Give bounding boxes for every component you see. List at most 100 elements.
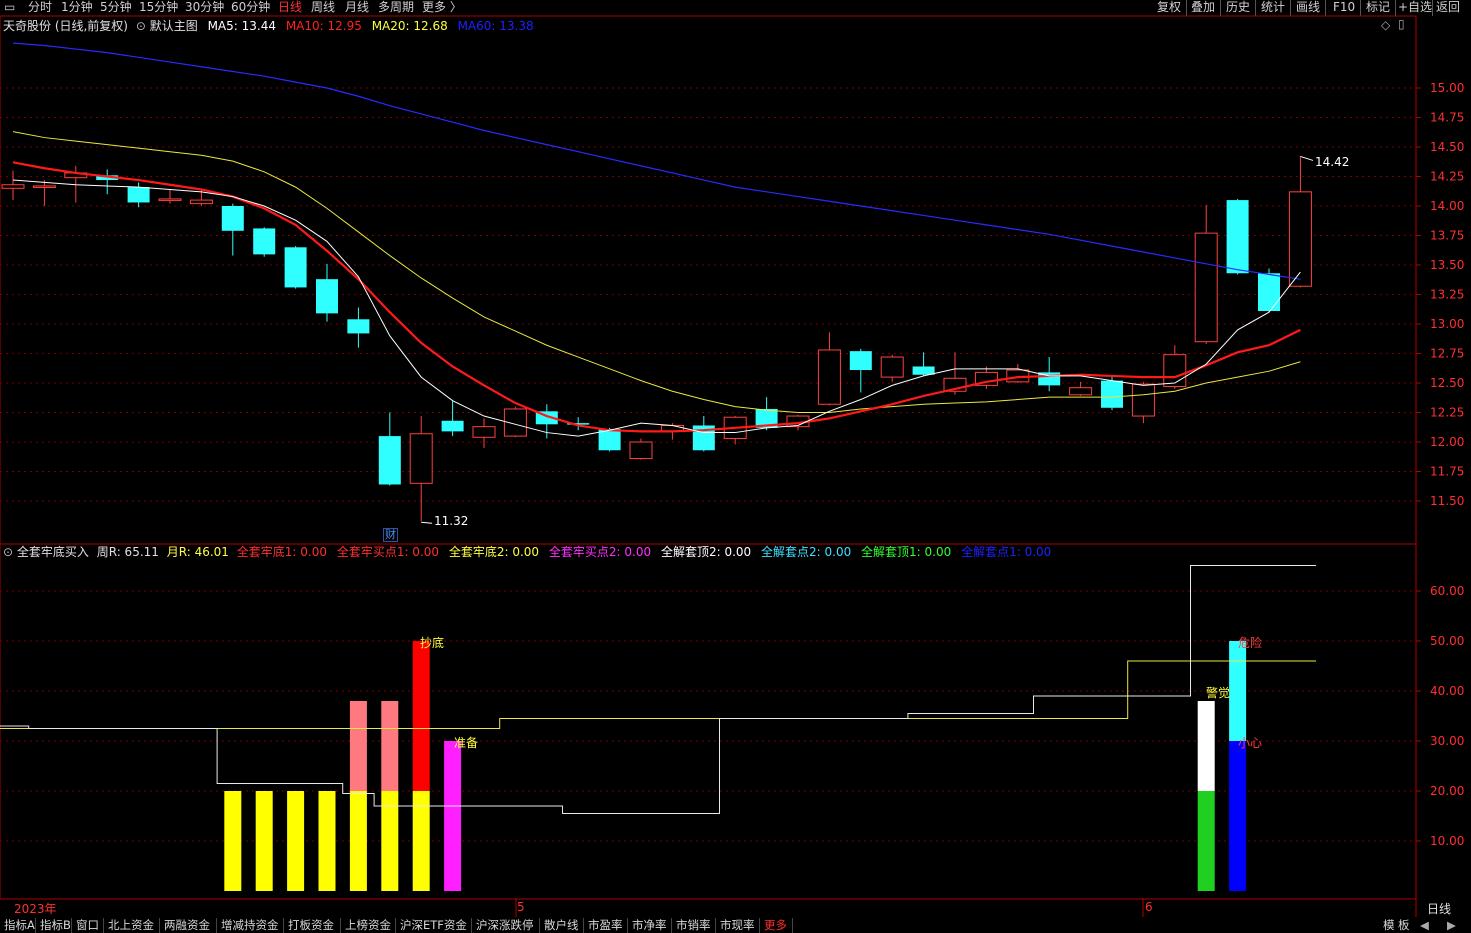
candle-body-down — [441, 420, 464, 432]
candle-body-down — [1226, 200, 1249, 274]
candle-body-up — [1163, 354, 1187, 388]
candle-body-up — [1131, 383, 1155, 417]
candle-body-down — [284, 247, 307, 288]
board-button[interactable]: 板 — [1395, 919, 1413, 933]
candle-body-up — [189, 199, 213, 205]
candle-body-down — [378, 436, 401, 485]
tab-separator — [471, 918, 472, 933]
tab-window[interactable]: 窗口 — [73, 919, 102, 933]
tab-northbound[interactable]: 北上资金 — [105, 919, 157, 933]
ma20-line — [12, 131, 1301, 413]
candle-body-up — [629, 441, 653, 460]
signal-bar-segment — [1229, 741, 1247, 891]
tab-pcf[interactable]: 市现率 — [717, 919, 758, 933]
signal-bar-segment — [287, 791, 305, 891]
tab-indicator-b[interactable]: 指标B — [37, 919, 74, 933]
candle-body-down — [253, 228, 276, 255]
signal-weixian: 危险 — [1238, 636, 1263, 650]
tab-pe[interactable]: 市盈率 — [585, 919, 626, 933]
min-price-pointer — [421, 521, 433, 524]
kline-chart[interactable]: 15.00 14.75 14.50 14.25 14.00 13.75 13.50 13.25… — [0, 0, 1471, 933]
signal-bar-segment — [349, 791, 367, 891]
max-price-label: 14.42 — [1315, 155, 1350, 169]
price-tick-label: 13.00 — [1430, 317, 1464, 331]
tab-separator — [159, 918, 160, 933]
tab-holdings-change[interactable]: 增减持资金 — [218, 919, 282, 933]
x-axis-year: 2023年 — [14, 902, 57, 916]
candle-body-up — [32, 185, 56, 188]
tab-separator — [759, 918, 760, 933]
tab-separator — [71, 918, 72, 933]
price-tick-label: 12.25 — [1430, 406, 1464, 420]
signal-zhunbei: 准备 — [454, 736, 479, 750]
indicator-tick-label: 30.00 — [1430, 734, 1464, 748]
tab-etf-funds[interactable]: 沪深ETF资金 — [397, 919, 470, 933]
price-tick-label: 12.50 — [1430, 376, 1464, 390]
signal-bar-segment — [1197, 791, 1215, 891]
candle-body-up — [1069, 387, 1093, 396]
candle-body-down — [1101, 380, 1123, 408]
candle-body-down — [912, 366, 935, 375]
candle-body-down — [127, 187, 150, 203]
financial-report-marker[interactable]: 财 — [383, 528, 398, 542]
price-tick-label: 14.00 — [1430, 199, 1464, 213]
price-tick-label: 14.75 — [1430, 111, 1464, 125]
price-tick-label: 13.25 — [1430, 288, 1464, 302]
month-r-line — [0, 660, 1317, 729]
price-tick-label: 11.50 — [1430, 494, 1464, 508]
candle-body-up — [472, 426, 496, 438]
tab-separator — [35, 918, 36, 933]
tab-separator — [671, 918, 672, 933]
signal-jingjue: 警觉 — [1206, 686, 1231, 700]
tab-limitup-funds[interactable]: 打板资金 — [285, 919, 337, 933]
candle-body-down — [1258, 273, 1280, 312]
tab-separator — [395, 918, 396, 933]
indicator-tick-label: 50.00 — [1430, 634, 1464, 648]
candle-body-up — [817, 349, 841, 405]
tab-more[interactable]: 更多 — [761, 919, 790, 933]
tab-limit-updown[interactable]: 沪深涨跌停 — [473, 919, 537, 933]
candle-body-down — [316, 279, 338, 314]
tab-separator — [627, 918, 628, 933]
indicator-tick-label: 10.00 — [1430, 834, 1464, 848]
price-tick-label: 14.50 — [1430, 140, 1464, 154]
signal-bar-segment — [412, 641, 430, 791]
tab-separator — [283, 918, 284, 933]
price-tick-label: 15.00 — [1430, 81, 1464, 95]
signal-bar-segment — [255, 791, 273, 891]
candle-body-down — [598, 429, 621, 451]
signal-bar-segment — [444, 741, 462, 891]
tab-margin[interactable]: 两融资金 — [161, 919, 213, 933]
signal-bar-segment — [318, 791, 336, 891]
tab-separator — [715, 918, 716, 933]
indicator-tick-label: 20.00 — [1430, 784, 1464, 798]
tab-separator — [583, 918, 584, 933]
tab-pb[interactable]: 市净率 — [629, 919, 670, 933]
signal-bar-segment — [1229, 641, 1247, 741]
tab-separator — [103, 918, 104, 933]
x-axis-june: 6 — [1145, 900, 1153, 914]
signal-bar-segment — [224, 791, 242, 891]
candle-body-up — [880, 356, 904, 378]
signal-bar-segment — [381, 701, 399, 791]
price-tick-label: 13.50 — [1430, 258, 1464, 272]
period-label[interactable]: 日线 — [1427, 900, 1451, 917]
candle-body-down — [347, 319, 370, 334]
x-axis-may: 5 — [517, 900, 525, 914]
tab-ps[interactable]: 市销率 — [673, 919, 714, 933]
tab-retail-line[interactable]: 散户线 — [541, 919, 582, 933]
tab-separator — [792, 918, 793, 933]
scroll-left-icon[interactable]: ◀ — [1417, 919, 1432, 933]
candle-body-down — [221, 206, 244, 231]
price-tick-label: 14.25 — [1430, 170, 1464, 184]
tab-separator — [340, 918, 341, 933]
price-tick-label: 13.75 — [1430, 229, 1464, 243]
tab-billboard-funds[interactable]: 上榜资金 — [342, 919, 394, 933]
signal-bar-segment — [1197, 701, 1215, 791]
candle-body-up — [158, 198, 182, 201]
signal-chaodi: 抄底 — [420, 636, 445, 650]
tab-indicator-a[interactable]: 指标A — [1, 919, 38, 933]
signal-xiaoxin: 小心 — [1238, 736, 1263, 750]
candle-body-up — [1, 184, 25, 189]
scroll-right-icon[interactable]: ▶ — [1444, 919, 1459, 933]
